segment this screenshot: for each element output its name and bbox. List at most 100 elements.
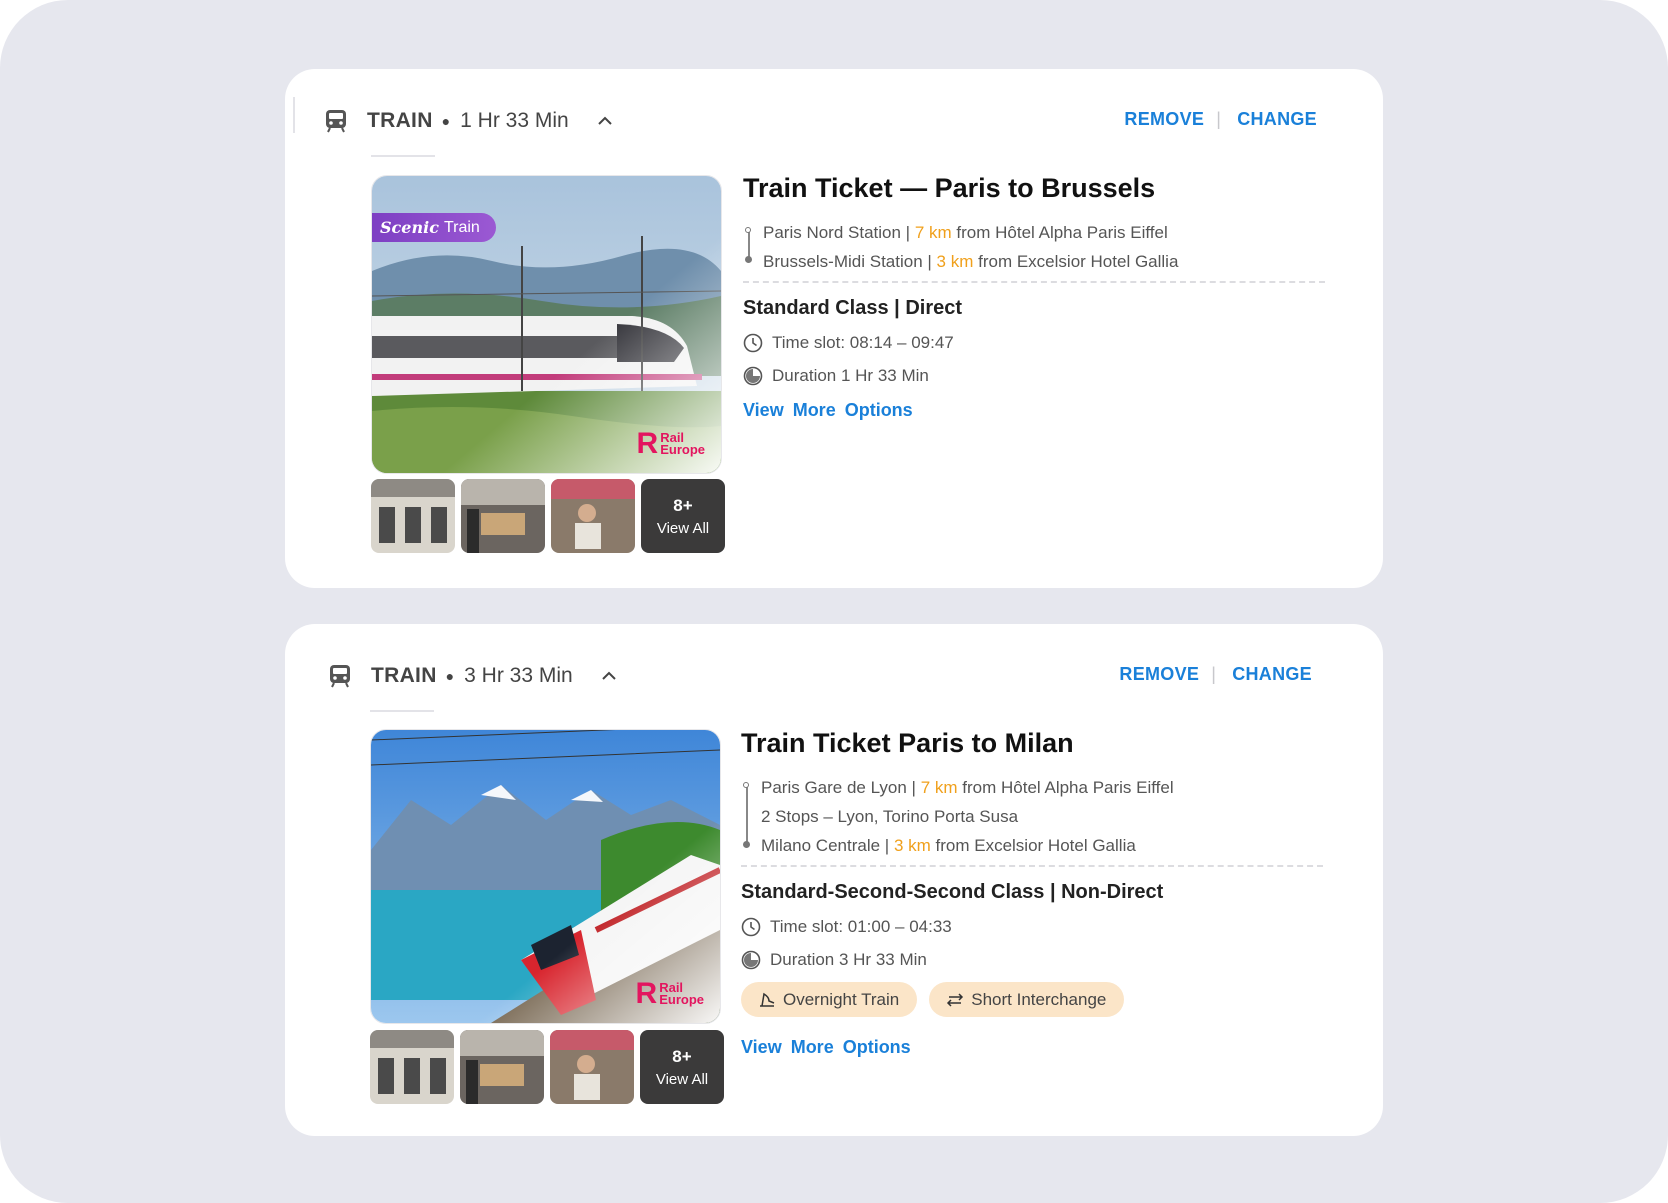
class-label: Standard-Second-Second Class | Non-Direc… — [741, 881, 1164, 903]
origin-distance: 7 km — [920, 778, 958, 797]
ticket-title: Train Ticket — Paris to Brussels — [743, 173, 1156, 203]
class-label: Standard Class | Direct — [743, 297, 963, 319]
header-duration: 1 Hr 33 Min — [460, 109, 569, 132]
action-separator: | — [1216, 109, 1222, 129]
origin-station: Paris Nord Station | 7 km from Hôtel Alp… — [763, 218, 1325, 247]
thumbnail[interactable] — [461, 479, 545, 553]
tag-label: Overnight Train — [783, 989, 900, 1009]
logo-line2: Europe — [659, 992, 704, 1007]
ticket-info: Train Ticket Paris to Milan Paris Gare d… — [741, 728, 1323, 1058]
chevron-up-icon[interactable] — [597, 116, 613, 126]
dashed-divider — [743, 281, 1325, 283]
interchange-icon — [947, 992, 964, 1007]
view-all-label: View All — [656, 519, 710, 537]
hero-image[interactable]: Scenic Train R Rail Europe — [371, 175, 722, 474]
card-header[interactable]: TRAIN ● 1 Hr 33 Min — [293, 97, 613, 141]
card-header[interactable]: TRAIN ● 3 Hr 33 Min — [329, 656, 617, 696]
thumbnail[interactable] — [550, 1030, 634, 1104]
separator-dot: ● — [445, 668, 455, 684]
duration-icon — [743, 366, 763, 386]
destination-station: Brussels-Midi Station | 3 km from Excels… — [763, 247, 1325, 276]
change-button[interactable]: CHANGE — [1232, 664, 1312, 685]
duration-text: Duration 3 Hr 33 Min — [770, 950, 927, 969]
thumbnail[interactable] — [551, 479, 635, 553]
remove-button[interactable]: REMOVE — [1119, 664, 1199, 685]
short-interchange-tag: Short Interchange — [929, 982, 1125, 1017]
origin-distance: 7 km — [914, 223, 952, 242]
clock-icon — [743, 333, 763, 353]
train-card: TRAIN ● 3 Hr 33 Min REMOVE | CHANGE R Ra… — [285, 624, 1383, 1136]
train-icon — [326, 110, 346, 133]
ticket-info: Train Ticket — Paris to Brussels Paris N… — [743, 173, 1325, 421]
duration-icon — [741, 950, 761, 970]
ticket-title: Train Ticket Paris to Milan — [741, 728, 1074, 758]
page-background: TRAIN ● 1 Hr 33 Min REMOVE | CHANGE Scen… — [0, 0, 1668, 1203]
action-separator: | — [1211, 664, 1217, 684]
destination-station: Milano Centrale | 3 km from Excelsior Ho… — [761, 831, 1323, 860]
feature-tags: Overnight Train Short Interchange — [741, 982, 1323, 1017]
header-underline — [371, 155, 435, 157]
route-stops: Paris Nord Station | 7 km from Hôtel Alp… — [743, 218, 1325, 276]
hero-image[interactable]: R Rail Europe — [370, 729, 721, 1024]
rail-europe-logo: R Rail Europe — [635, 977, 704, 1010]
train-card: TRAIN ● 1 Hr 33 Min REMOVE | CHANGE Scen… — [285, 69, 1383, 588]
header-divider — [293, 97, 295, 133]
route-stops: Paris Gare de Lyon | 7 km from Hôtel Alp… — [741, 773, 1323, 860]
destination-distance: 3 km — [936, 252, 974, 271]
view-all-label: View All — [655, 1070, 709, 1088]
scenic-train-badge: Scenic Train — [372, 213, 496, 242]
destination-name: Brussels-Midi Station | — [763, 252, 932, 271]
logo-mark: R — [636, 427, 659, 460]
header-duration: 3 Hr 33 Min — [464, 664, 573, 687]
time-slot-text: Time slot: 08:14 – 09:47 — [772, 333, 954, 352]
remove-button[interactable]: REMOVE — [1124, 109, 1204, 130]
view-more-options-link[interactable]: View More Options — [741, 1037, 1323, 1058]
destination-name: Milano Centrale | — [761, 836, 890, 855]
thumbnail[interactable] — [460, 1030, 544, 1104]
destination-hotel: from Excelsior Hotel Gallia — [978, 252, 1179, 271]
duration-row: Duration 1 Hr 33 Min — [743, 366, 1325, 386]
logo-mark: R — [635, 977, 658, 1010]
intermediate-stops: 2 Stops – Lyon, Torino Porta Susa — [761, 807, 1019, 826]
badge-italic: Scenic — [380, 218, 439, 237]
view-all-count: 8+ — [673, 495, 693, 515]
card-actions: REMOVE | CHANGE — [1124, 109, 1317, 130]
destination-distance: 3 km — [893, 836, 931, 855]
change-button[interactable]: CHANGE — [1237, 109, 1317, 130]
logo-line2: Europe — [660, 442, 705, 457]
tag-label: Short Interchange — [971, 989, 1107, 1009]
thumbnail[interactable] — [371, 479, 455, 553]
mode-label: TRAIN — [371, 664, 437, 687]
duration-row: Duration 3 Hr 33 Min — [741, 950, 1323, 970]
origin-name: Paris Nord Station | — [763, 223, 911, 242]
header-underline — [370, 710, 434, 712]
overnight-train-tag: Overnight Train — [741, 982, 918, 1017]
view-all-button[interactable]: 8+ View All — [640, 1030, 724, 1104]
mode-label: TRAIN — [367, 109, 433, 132]
route-line-icon — [743, 782, 750, 848]
destination-hotel: from Excelsior Hotel Gallia — [935, 836, 1136, 855]
time-slot: Time slot: 08:14 – 09:47 — [743, 333, 1325, 353]
time-slot-text: Time slot: 01:00 – 04:33 — [770, 917, 952, 936]
thumbnail-strip: 8+ View All — [371, 479, 725, 553]
view-more-options-link[interactable]: View More Options — [743, 400, 1325, 421]
thumbnail[interactable] — [370, 1030, 454, 1104]
thumbnail-strip: 8+ View All — [370, 1030, 724, 1104]
view-all-count: 8+ — [672, 1046, 692, 1066]
time-slot: Time slot: 01:00 – 04:33 — [741, 917, 1323, 937]
origin-name: Paris Gare de Lyon | — [761, 778, 916, 797]
origin-hotel: from Hôtel Alpha Paris Eiffel — [956, 223, 1168, 242]
route-line-icon — [745, 227, 752, 263]
rail-europe-logo: R Rail Europe — [636, 427, 705, 460]
origin-station: Paris Gare de Lyon | 7 km from Hôtel Alp… — [761, 773, 1323, 802]
duration-text: Duration 1 Hr 33 Min — [772, 366, 929, 385]
dashed-divider — [741, 865, 1323, 867]
card-actions: REMOVE | CHANGE — [1119, 664, 1312, 685]
badge-text: Train — [443, 218, 480, 236]
origin-hotel: from Hôtel Alpha Paris Eiffel — [962, 778, 1174, 797]
view-all-button[interactable]: 8+ View All — [641, 479, 725, 553]
separator-dot: ● — [441, 113, 451, 129]
clock-icon — [741, 917, 761, 937]
train-icon — [330, 665, 350, 688]
chevron-up-icon[interactable] — [601, 671, 617, 681]
